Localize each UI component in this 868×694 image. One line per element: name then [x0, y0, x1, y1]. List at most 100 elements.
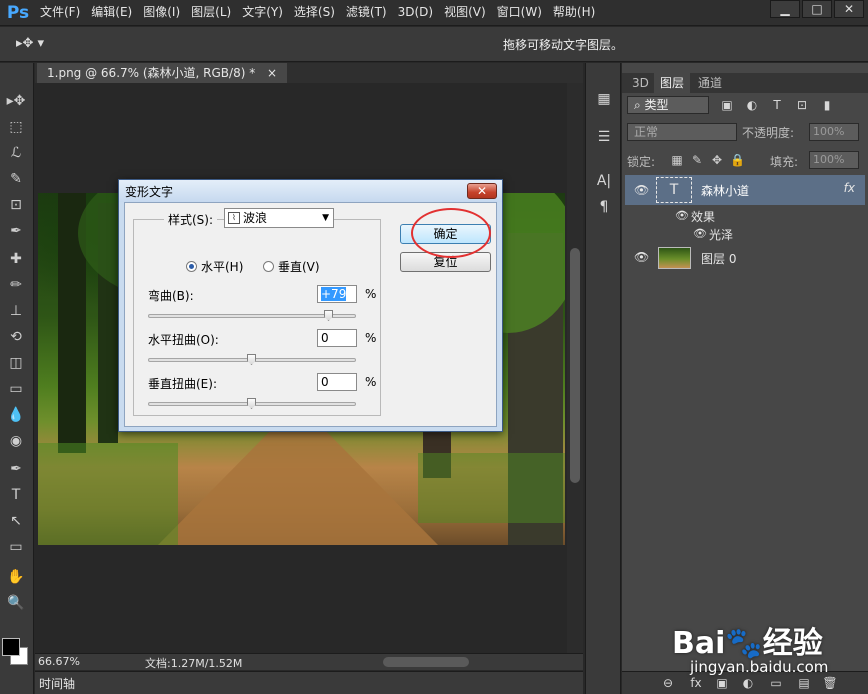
zoom-readout[interactable]: 66.67%	[38, 655, 80, 668]
style-select-value: 波浪	[243, 211, 268, 225]
fx-icon[interactable]: fx	[844, 181, 855, 195]
maximize-button[interactable]: □	[802, 0, 832, 18]
minimize-button[interactable]: ▁	[770, 0, 800, 18]
menu-view[interactable]: 视图(V)	[444, 4, 486, 20]
horizontal-distortion-input[interactable]: 0	[317, 329, 357, 347]
gradient-tool-icon[interactable]: ▭	[5, 379, 27, 399]
filter-smart-object-icon[interactable]: ▮	[819, 96, 835, 114]
image-layer-row[interactable]: 👁 图层 0	[625, 245, 865, 269]
vertical-distortion-input[interactable]: 0	[317, 373, 357, 391]
move-tool-preset-icon[interactable]: ▸✥ ▾	[16, 36, 44, 51]
chevron-down-icon: ▼	[322, 213, 329, 223]
vertical-distortion-slider[interactable]	[148, 398, 356, 409]
dialog-close-button[interactable]: ✕	[467, 183, 497, 199]
bend-slider-thumb[interactable]	[324, 310, 333, 321]
opacity-input[interactable]: 100%	[809, 123, 859, 141]
visibility-eye-icon[interactable]: 👁	[634, 250, 649, 264]
menu-select[interactable]: 选择(S)	[294, 4, 335, 20]
fill-input[interactable]: 100%	[809, 151, 859, 169]
text-layer-row[interactable]: 👁 T 森林小道 fx	[625, 175, 865, 205]
eraser-tool-icon[interactable]: ◫	[5, 353, 27, 373]
histogram-panel-icon[interactable]: ▦	[593, 89, 615, 109]
foreground-color-swatch[interactable]	[2, 638, 20, 656]
document-tab[interactable]: 1.png @ 66.7% (森林小道, RGB/8) * ×	[37, 63, 288, 83]
vertical-scrollbar[interactable]	[567, 83, 583, 653]
brush-tool-icon[interactable]: ✏	[5, 275, 27, 295]
horizontal-distortion-thumb[interactable]	[247, 354, 256, 365]
paragraph-panel-icon[interactable]: ¶	[593, 197, 615, 217]
move-tool-icon[interactable]: ▸✥	[5, 91, 27, 111]
healing-brush-tool-icon[interactable]: ✚	[5, 249, 27, 269]
filter-adjustment-icon[interactable]: ◐	[744, 96, 760, 114]
menu-layer[interactable]: 图层(L)	[191, 4, 231, 20]
marquee-tool-icon[interactable]: ⬚	[5, 117, 27, 137]
vertical-distortion-thumb[interactable]	[247, 398, 256, 409]
warp-settings-group: 样式(S): ⌇ 波浪 ▼ 水平(H) 垂直(V) 弯曲(B): +79 % 水…	[133, 208, 381, 416]
menu-edit[interactable]: 编辑(E)	[91, 4, 132, 20]
vertical-radio[interactable]	[263, 261, 274, 272]
type-tool-icon[interactable]: T	[5, 485, 27, 505]
menu-image[interactable]: 图像(I)	[143, 4, 180, 20]
dodge-tool-icon[interactable]: ◉	[5, 431, 27, 451]
tab-layers[interactable]: 图层	[654, 73, 691, 93]
quick-select-tool-icon[interactable]: ✎	[5, 169, 27, 189]
hand-tool-icon[interactable]: ✋	[5, 567, 27, 587]
pen-tool-icon[interactable]: ✒	[5, 459, 27, 479]
menu-window[interactable]: 窗口(W)	[497, 4, 542, 20]
horizontal-radio[interactable]	[186, 261, 197, 272]
horizontal-distortion-slider[interactable]	[148, 354, 356, 365]
menu-type[interactable]: 文字(Y)	[242, 4, 283, 20]
window-controls: ▁ □ ✕	[768, 0, 864, 18]
horizontal-label[interactable]: 水平(H)	[201, 258, 243, 275]
layer-filter-select[interactable]: ⌕ 类型	[627, 96, 709, 114]
horizontal-distortion-percent: %	[365, 331, 377, 345]
watermark-url: jingyan.baidu.com	[690, 658, 829, 676]
effects-label: 效果	[691, 210, 716, 224]
menu-file[interactable]: 文件(F)	[40, 4, 80, 20]
effects-eye-icon[interactable]: 👁	[675, 209, 689, 222]
tab-channels[interactable]: 通道	[692, 73, 728, 93]
vertical-scroll-thumb[interactable]	[570, 248, 580, 483]
character-panel-icon[interactable]: A|	[593, 171, 615, 191]
crop-tool-icon[interactable]: ⊡	[5, 195, 27, 215]
effects-row[interactable]: 👁 效果	[625, 207, 865, 225]
menu-3d[interactable]: 3D(D)	[398, 4, 433, 20]
bend-slider[interactable]	[148, 310, 356, 321]
lock-image-icon[interactable]: ✎	[690, 151, 704, 169]
blend-mode-select[interactable]: 正常	[627, 123, 737, 141]
vertical-label[interactable]: 垂直(V)	[278, 258, 320, 275]
satin-eye-icon[interactable]: 👁	[693, 227, 707, 240]
path-select-tool-icon[interactable]: ↖	[5, 511, 27, 531]
layer-filter-row: ⌕ 类型 ▣ ◐ T ⊡ ▮	[627, 96, 863, 116]
document-info: 文档:1.27M/1.52M	[145, 657, 243, 670]
eyedropper-tool-icon[interactable]: ✒	[5, 221, 27, 241]
blur-tool-icon[interactable]: 💧	[5, 405, 27, 425]
shape-tool-icon[interactable]: ▭	[5, 537, 27, 557]
lock-all-icon[interactable]: 🔒	[730, 151, 745, 169]
menu-filter[interactable]: 滤镜(T)	[346, 4, 387, 20]
window-close-button[interactable]: ✕	[834, 0, 864, 18]
tab-3d[interactable]: 3D	[626, 73, 655, 93]
menu-help[interactable]: 帮助(H)	[553, 4, 595, 20]
lock-label: 锁定:	[627, 155, 656, 169]
text-layer-name[interactable]: 森林小道	[701, 182, 749, 199]
filter-pixel-icon[interactable]: ▣	[719, 96, 735, 114]
lock-transparent-icon[interactable]: ▦	[670, 151, 684, 169]
history-brush-tool-icon[interactable]: ⟲	[5, 327, 27, 347]
lasso-tool-icon[interactable]: ℒ	[5, 143, 27, 163]
document-tab-close-icon[interactable]: ×	[267, 66, 277, 80]
image-layer-name[interactable]: 图层 0	[701, 250, 736, 267]
zoom-tool-icon[interactable]: 🔍	[5, 593, 27, 613]
dialog-titlebar[interactable]: 变形文字 ✕	[119, 180, 502, 202]
timeline-tab[interactable]: 时间轴	[39, 675, 75, 692]
lock-position-icon[interactable]: ✥	[710, 151, 724, 169]
clone-stamp-tool-icon[interactable]: ⊥	[5, 301, 27, 321]
style-select[interactable]: ⌇ 波浪 ▼	[224, 208, 334, 228]
properties-panel-icon[interactable]: ☰	[593, 127, 615, 147]
filter-type-icon[interactable]: T	[769, 96, 785, 114]
bend-input[interactable]: +79	[317, 285, 357, 303]
filter-shape-icon[interactable]: ⊡	[794, 96, 810, 114]
visibility-eye-icon[interactable]: 👁	[634, 183, 649, 197]
effect-satin-row[interactable]: 👁 光泽	[625, 225, 865, 243]
horizontal-scroll-thumb[interactable]	[383, 657, 469, 667]
